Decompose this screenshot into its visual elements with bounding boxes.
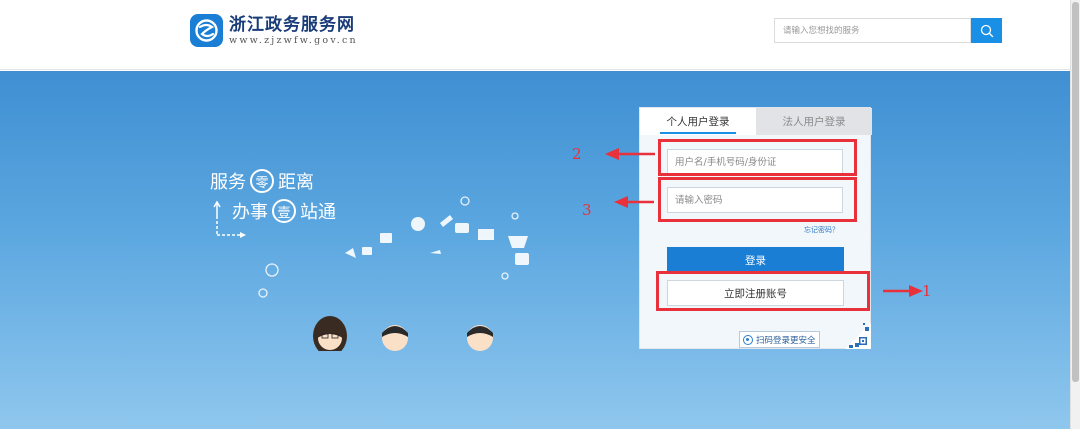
service-staff-illustration xyxy=(258,196,529,351)
target-icon xyxy=(743,334,753,345)
left-arrow-icon xyxy=(605,148,655,160)
tab-corporate-login[interactable]: 法人用户登录 xyxy=(756,108,872,135)
hero-banner: 服务 零 距离 办事 壹 站通 xyxy=(0,71,1070,429)
active-tab-indicator xyxy=(660,132,736,134)
highlight-box-password xyxy=(658,177,857,222)
search-input[interactable] xyxy=(774,18,971,43)
search-icon xyxy=(980,24,993,37)
slogan-text: 服务 xyxy=(210,172,246,193)
logo-url: www.zjzwfw.gov.cn xyxy=(229,34,358,46)
annotation-number-2: 2 xyxy=(572,145,582,163)
login-tabs: 个人用户登录 法人用户登录 xyxy=(640,108,872,135)
logo-title: 浙江政务服务网 xyxy=(229,14,355,35)
annotation-number-3: 3 xyxy=(582,201,592,219)
dashed-arrow-icon xyxy=(213,200,246,238)
qr-code-icon[interactable] xyxy=(845,313,871,349)
scrollbar-thumb[interactable] xyxy=(1072,2,1079,382)
tab-personal-login[interactable]: 个人用户登录 xyxy=(640,108,756,135)
login-button[interactable]: 登录 xyxy=(667,247,844,273)
forgot-password-link[interactable]: 忘记密码？ xyxy=(804,225,839,235)
site-logo[interactable]: 浙江政务服务网 www.zjzwfw.gov.cn xyxy=(190,14,358,47)
qr-login-label: 扫码登录更安全 xyxy=(756,335,816,346)
search-button[interactable] xyxy=(971,18,1002,43)
right-arrow-icon xyxy=(883,285,923,297)
highlight-box-register xyxy=(656,271,870,311)
left-arrow-icon xyxy=(614,196,654,208)
page-scrollbar[interactable] xyxy=(1070,0,1080,429)
highlight-box-username xyxy=(658,139,857,176)
annotation-number-1: 1 xyxy=(922,282,932,300)
qr-login-link[interactable]: 扫码登录更安全 xyxy=(739,331,820,348)
site-header: 浙江政务服务网 www.zjzwfw.gov.cn xyxy=(0,0,1080,70)
header-search xyxy=(774,18,1002,43)
zj-gov-logo-icon xyxy=(190,14,223,47)
